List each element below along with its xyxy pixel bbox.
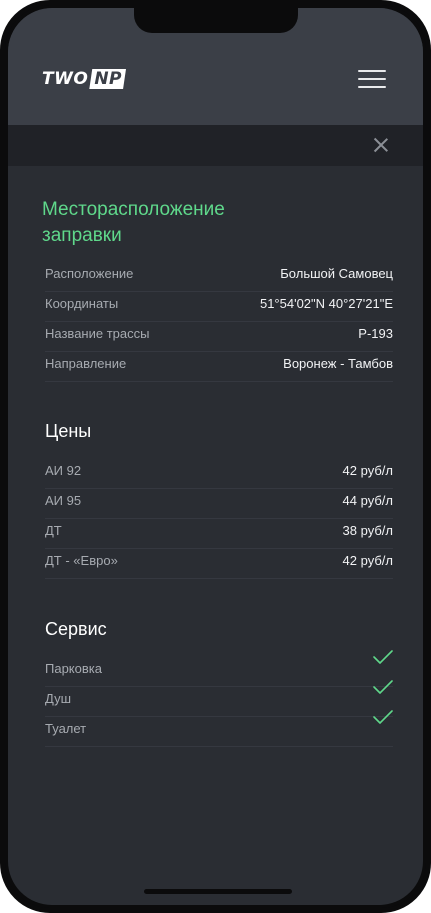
fuel-price: 44 руб/л xyxy=(342,493,393,508)
row-label: Расположение xyxy=(45,266,134,281)
logo-text-two: TWO xyxy=(42,69,89,89)
fuel-label: ДТ - «Евро» xyxy=(45,553,118,568)
info-row-direction: Направление Воронеж - Тамбов xyxy=(45,351,393,382)
fuel-label: АИ 92 xyxy=(45,463,82,478)
price-row: АИ 92 42 руб/л xyxy=(45,458,393,489)
brand-logo[interactable]: TWO NP xyxy=(39,69,126,89)
close-icon[interactable] xyxy=(372,136,390,154)
fuel-price: 42 руб/л xyxy=(342,463,393,478)
price-row: ДТ 38 руб/л xyxy=(45,518,393,549)
row-value: 51°54'02"N 40°27'21"E xyxy=(259,296,393,311)
menu-line xyxy=(358,86,386,88)
home-indicator[interactable] xyxy=(144,889,292,894)
row-label: Координаты xyxy=(45,296,119,311)
logo-text-np: NP xyxy=(89,69,126,89)
hamburger-menu-icon[interactable] xyxy=(358,67,388,91)
info-row-coordinates: Координаты 51°54'02"N 40°27'21"E xyxy=(45,291,393,322)
screen: TWO NP Месторасположение заправки Распол… xyxy=(8,8,423,905)
service-row-toilet: Туалет xyxy=(45,710,393,747)
price-row: АИ 95 44 руб/л xyxy=(45,488,393,519)
service-label: Туалет xyxy=(45,721,87,736)
service-row-parking: Парковка xyxy=(45,650,393,687)
fuel-price: 42 руб/л xyxy=(342,553,393,568)
fuel-label: АИ 95 xyxy=(45,493,82,508)
notch xyxy=(134,8,298,33)
fuel-price: 38 руб/л xyxy=(342,523,393,538)
row-value: Воронеж - Тамбов xyxy=(283,356,393,371)
panel-toolbar xyxy=(8,125,423,166)
service-label: Душ xyxy=(45,691,72,706)
info-row-highway: Название трассы Р-193 xyxy=(45,321,393,352)
row-label: Направление xyxy=(45,356,127,371)
service-label: Парковка xyxy=(45,661,102,676)
location-title: Месторасположение заправки xyxy=(42,199,225,246)
check-icon xyxy=(373,710,393,724)
prices-title: Цены xyxy=(45,421,92,441)
check-icon xyxy=(373,680,393,694)
check-icon xyxy=(373,650,393,664)
fuel-label: ДТ xyxy=(45,523,62,538)
service-row-shower: Душ xyxy=(45,680,393,717)
phone-frame: TWO NP Месторасположение заправки Распол… xyxy=(0,0,431,913)
service-title: Сервис xyxy=(45,619,107,639)
info-row-location: Расположение Большой Самовец xyxy=(45,261,393,292)
row-value: Р-193 xyxy=(358,326,393,341)
row-label: Название трассы xyxy=(45,326,150,341)
menu-line xyxy=(358,70,386,72)
row-value: Большой Самовец xyxy=(280,266,393,281)
price-row: ДТ - «Евро» 42 руб/л xyxy=(45,548,393,579)
menu-line xyxy=(358,78,386,80)
